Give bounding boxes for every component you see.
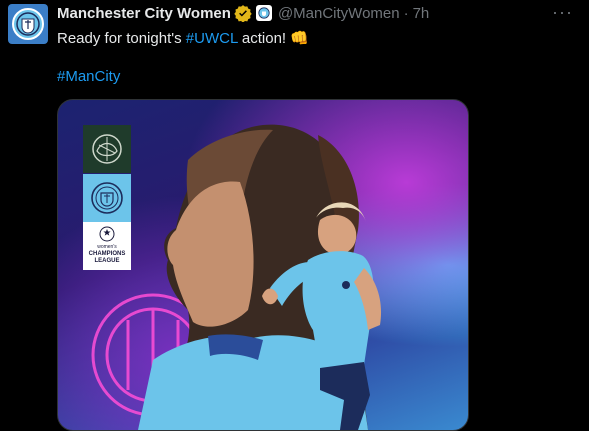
display-name[interactable]: Manchester City Women [57,5,231,22]
man-city-crest-icon [12,8,44,40]
more-options-icon[interactable]: ··· [552,2,573,23]
fist-emoji: 👊 [290,30,309,47]
uwcl-logo: women's CHAMPIONS LEAGUE [83,222,131,270]
tweet-text: Ready for tonight's #UWCL action! 👊 [57,29,309,49]
partner-crest-icon [92,134,122,164]
starball-icon [99,226,115,242]
timestamp[interactable]: 7h [413,5,430,22]
tweet-header: Manchester City Women @ManCityWomen · 7h [57,4,429,22]
verified-badge-icon[interactable] [234,4,252,22]
man-city-crest-icon [91,182,123,214]
uwcl-line-2: CHAMPIONS [88,251,126,257]
hashtag-mancity-link[interactable]: #ManCity [57,68,120,85]
affiliate-badge-icon[interactable] [255,5,272,21]
tweet-text-end: action! [237,30,291,47]
avatar[interactable] [8,4,48,44]
man-city-logo [83,174,131,222]
tweet-text-start: Ready for tonight's [57,30,186,47]
tweet-hashtag-line: #ManCity [57,67,120,87]
uwcl-line-1: women's [97,244,117,250]
handle[interactable]: @ManCityWomen [278,5,400,22]
hashtag-uwcl-link[interactable]: #UWCL [186,30,238,47]
uwcl-line-3: LEAGUE [94,258,120,264]
club-partner-logo [83,125,131,173]
tweet-media-image[interactable]: women's CHAMPIONS LEAGUE [57,99,469,431]
separator-dot: · [403,4,409,22]
